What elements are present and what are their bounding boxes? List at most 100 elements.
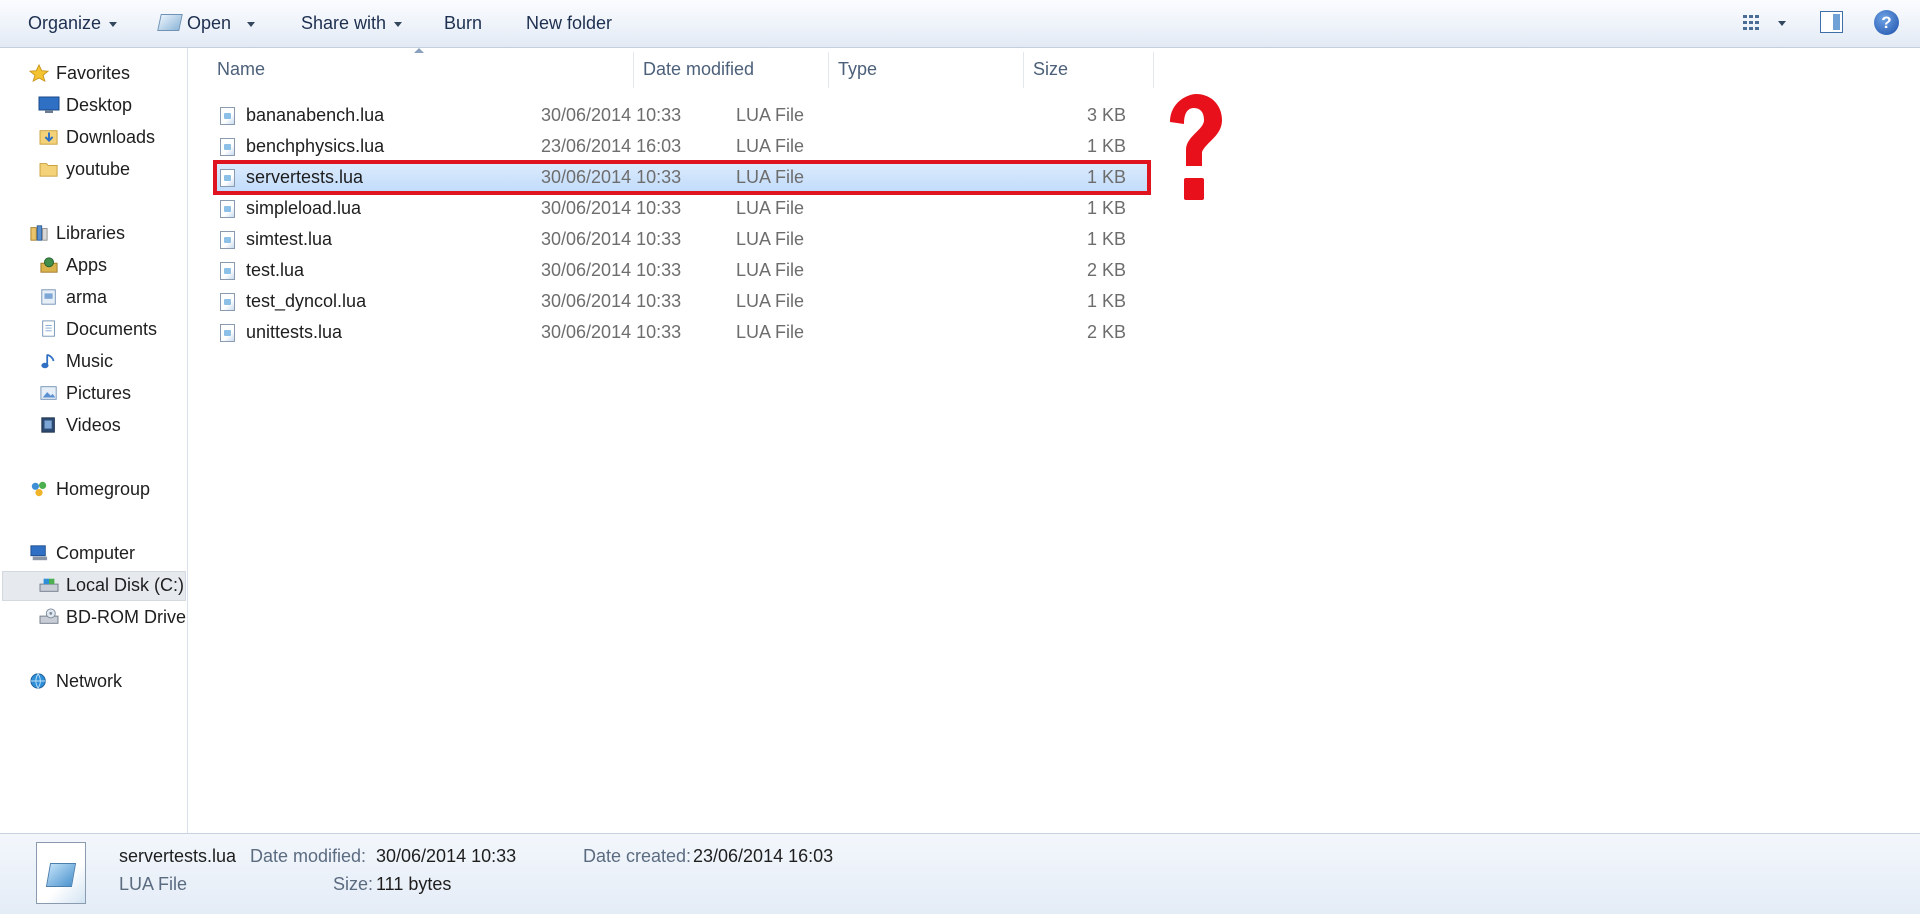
- preview-pane-icon[interactable]: [1820, 11, 1843, 33]
- open-button[interactable]: Open: [157, 0, 256, 47]
- details-size-label: Size:: [333, 874, 374, 894]
- lua-file-icon: [220, 107, 235, 125]
- question-mark-icon: [1170, 94, 1222, 200]
- music-icon: [41, 353, 55, 369]
- column-divider[interactable]: [1153, 52, 1154, 88]
- nav-item-computer[interactable]: Computer: [28, 538, 135, 568]
- lua-file-icon: [220, 293, 235, 311]
- nav-item-downloads[interactable]: Downloads: [38, 122, 155, 152]
- organize-label: Organize: [28, 13, 102, 33]
- nav-item-network[interactable]: Network: [28, 666, 122, 696]
- file-type: LUA File: [736, 105, 805, 125]
- nav-item-youtube[interactable]: youtube: [38, 154, 130, 184]
- file-name: simtest.lua: [246, 229, 333, 249]
- file-type: LUA File: [736, 229, 805, 249]
- nav-item-music[interactable]: Music: [38, 346, 113, 376]
- nav-label: Documents: [66, 319, 158, 339]
- nav-label: youtube: [66, 159, 131, 179]
- nav-item-pictures[interactable]: Pictures: [38, 378, 131, 408]
- downloads-folder-icon: [39, 130, 58, 145]
- file-row[interactable]: test_dyncol.lua 30/06/2014 10:33 LUA Fil…: [216, 286, 1150, 317]
- homegroup-icon: [31, 481, 47, 497]
- nav-item-videos[interactable]: Videos: [38, 410, 121, 440]
- local-disk-icon: [39, 578, 59, 592]
- share-with-dropdown-icon: [394, 21, 403, 27]
- file-type: LUA File: [736, 198, 805, 218]
- file-row[interactable]: benchphysics.lua 23/06/2014 16:03 LUA Fi…: [216, 131, 1150, 162]
- details-file-type: LUA File: [119, 874, 188, 894]
- file-size: 2 KB: [1086, 260, 1126, 280]
- open-app-icon: [157, 14, 183, 31]
- apps-library-icon: [40, 257, 58, 273]
- file-date-modified: 30/06/2014 10:33: [541, 291, 682, 311]
- nav-label: Apps: [66, 255, 108, 275]
- nav-label: arma: [66, 287, 108, 307]
- nav-item-libraries[interactable]: Libraries: [28, 218, 125, 248]
- command-bar: Organize Open Share with Burn New folder…: [0, 0, 1920, 48]
- desktop-icon: [38, 96, 60, 113]
- lua-file-icon: [220, 324, 235, 342]
- nav-item-homegroup[interactable]: Homegroup: [28, 474, 150, 504]
- file-type: LUA File: [736, 136, 805, 156]
- nav-label: Computer: [56, 543, 136, 563]
- open-dropdown-icon[interactable]: [247, 21, 256, 27]
- column-divider[interactable]: [633, 52, 634, 88]
- lua-file-icon: [220, 262, 235, 280]
- computer-icon: [30, 545, 48, 561]
- burn-button[interactable]: Burn: [444, 0, 482, 47]
- new-folder-button[interactable]: New folder: [526, 0, 612, 47]
- file-list: Name Date modified Type Size bananabench…: [188, 48, 1920, 833]
- file-name: test_dyncol.lua: [246, 291, 367, 311]
- file-row[interactable]: simtest.lua 30/06/2014 10:33 LUA File 1 …: [216, 224, 1150, 255]
- column-header-size[interactable]: Size: [1033, 48, 1068, 90]
- nav-item-local-disk[interactable]: Local Disk (C:): [38, 570, 184, 600]
- file-type: LUA File: [736, 322, 805, 342]
- file-type: LUA File: [736, 260, 805, 280]
- column-divider[interactable]: [828, 52, 829, 88]
- nav-item-favorites[interactable]: Favorites: [28, 58, 130, 88]
- details-date-modified-label: Date modified:: [250, 846, 367, 866]
- star-icon: [28, 64, 50, 82]
- file-date-modified: 30/06/2014 10:33: [541, 322, 682, 342]
- organize-button[interactable]: Organize: [28, 0, 118, 47]
- nav-label: Homegroup: [56, 479, 151, 499]
- file-size: 1 KB: [1086, 167, 1126, 187]
- file-name: unittests.lua: [246, 322, 343, 342]
- help-icon[interactable]: ?: [1874, 10, 1899, 35]
- nav-item-bd-rom[interactable]: BD-ROM Drive: [38, 602, 186, 632]
- file-size: 1 KB: [1086, 291, 1126, 311]
- pictures-icon: [40, 386, 57, 400]
- documents-icon: [42, 320, 55, 337]
- organize-dropdown-icon: [109, 21, 118, 27]
- nav-item-apps[interactable]: Apps: [38, 250, 107, 280]
- lua-file-large-icon: [36, 842, 86, 904]
- column-header-name[interactable]: Name: [217, 48, 265, 90]
- view-options-dropdown-icon[interactable]: [1778, 21, 1786, 26]
- details-file-name: servertests.lua: [119, 846, 237, 866]
- file-row[interactable]: simpleload.lua 30/06/2014 10:33 LUA File…: [216, 193, 1150, 224]
- file-name: servertests.lua: [246, 167, 364, 187]
- details-date-created-label: Date created:: [583, 846, 692, 866]
- details-pane: servertests.lua LUA File Date modified: …: [0, 833, 1920, 914]
- details-size: 111 bytes: [376, 874, 452, 894]
- file-row-selected[interactable]: servertests.lua 30/06/2014 10:33 LUA Fil…: [216, 162, 1150, 193]
- file-row[interactable]: test.lua 30/06/2014 10:33 LUA File 2 KB: [216, 255, 1150, 286]
- column-divider[interactable]: [1023, 52, 1024, 88]
- column-header-date-modified[interactable]: Date modified: [643, 48, 754, 90]
- libraries-icon: [30, 225, 48, 241]
- nav-label: Pictures: [66, 383, 132, 403]
- nav-label: Desktop: [66, 95, 133, 115]
- share-with-button[interactable]: Share with: [301, 0, 403, 47]
- details-date-modified: 30/06/2014 10:33: [376, 846, 517, 866]
- file-row[interactable]: unittests.lua 30/06/2014 10:33 LUA File …: [216, 317, 1150, 348]
- file-name: test.lua: [246, 260, 305, 280]
- nav-item-arma[interactable]: arma: [38, 282, 107, 312]
- nav-item-desktop[interactable]: Desktop: [38, 90, 132, 120]
- new-folder-label: New folder: [526, 13, 613, 33]
- column-header-type[interactable]: Type: [838, 48, 877, 90]
- file-row[interactable]: bananabench.lua 30/06/2014 10:33 LUA Fil…: [216, 100, 1150, 131]
- file-date-modified: 30/06/2014 10:33: [541, 260, 682, 280]
- view-options-icon[interactable]: [1742, 13, 1762, 33]
- nav-item-documents[interactable]: Documents: [38, 314, 157, 344]
- file-name: simpleload.lua: [246, 198, 362, 218]
